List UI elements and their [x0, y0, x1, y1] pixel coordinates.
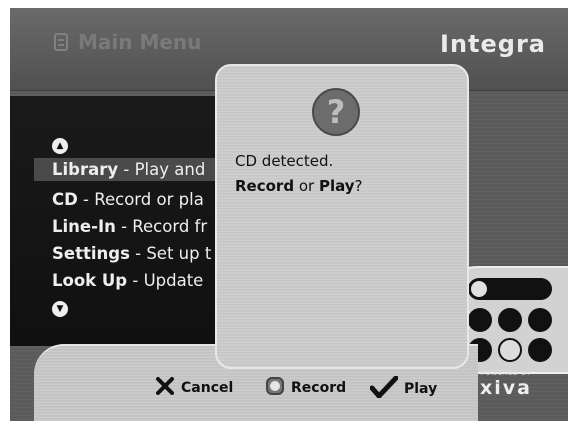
record-button[interactable]: Record [265, 376, 346, 400]
menu-item-name: Line-In [52, 217, 116, 236]
record-icon [265, 376, 285, 400]
remote-button-icon [528, 308, 552, 332]
record-word: Record [235, 177, 295, 195]
menu-item-look-up[interactable]: Look Up - Update [52, 271, 203, 290]
document-icon [54, 33, 68, 51]
menu-item-name: Settings [52, 244, 130, 263]
menu-item-desc: - Record fr [115, 217, 208, 236]
main-menu-screen: Main Menu Integra ▲ Library - Play and C… [10, 8, 568, 421]
play-label: Play [404, 381, 438, 397]
play-word: Play [318, 177, 355, 195]
menu-item-cd[interactable]: CD - Record or pla [52, 190, 204, 209]
cancel-label: Cancel [181, 380, 234, 396]
xiva-logo: POWERED BY xiva [480, 370, 532, 399]
menu-panel: ▲ Library - Play and CD - Record or pla … [10, 96, 240, 346]
brand-logo: Integra [440, 30, 546, 58]
play-button[interactable]: Play [369, 375, 438, 402]
remote-button-icon [468, 308, 492, 332]
checkmark-icon [369, 375, 399, 402]
menu-item-desc: - Update [127, 271, 204, 290]
powered-by-label: POWERED BY [480, 370, 531, 377]
scroll-down-icon[interactable]: ▼ [52, 301, 68, 317]
or-word: or [294, 177, 319, 195]
main-menu-title: Main Menu [54, 30, 201, 54]
dialog-message-line1: CD detected. [235, 152, 334, 170]
menu-item-settings[interactable]: Settings - Set up t [52, 244, 211, 263]
menu-item-desc: - Record or pla [77, 190, 204, 209]
dialog-message-line2: Record or Play? [235, 177, 363, 195]
menu-item-line-in[interactable]: Line-In - Record fr [52, 217, 207, 236]
menu-item-library[interactable]: Library - Play and [34, 158, 240, 181]
scroll-up-icon[interactable]: ▲ [52, 138, 68, 154]
cancel-button[interactable]: Cancel [155, 376, 233, 400]
cancel-x-icon [155, 376, 175, 400]
phone-icon [528, 338, 552, 362]
menu-item-name: Look Up [52, 271, 128, 290]
menu-item-desc: - Set up t [129, 244, 212, 263]
question-mark-icon: ? [312, 88, 360, 136]
xiva-label: xiva [480, 377, 532, 399]
menu-item-desc: - Play and [118, 160, 206, 179]
menu-item-name: CD [52, 190, 78, 209]
remote-button-icon [498, 308, 522, 332]
menu-item-name: Library [52, 160, 119, 179]
cd-detected-dialog: ? CD detected. Record or Play? [215, 64, 469, 369]
disc-icon [498, 338, 522, 362]
main-menu-label: Main Menu [78, 30, 202, 54]
remote-pill-icon [468, 278, 552, 300]
question-punct: ? [354, 177, 363, 195]
record-label: Record [291, 380, 347, 396]
